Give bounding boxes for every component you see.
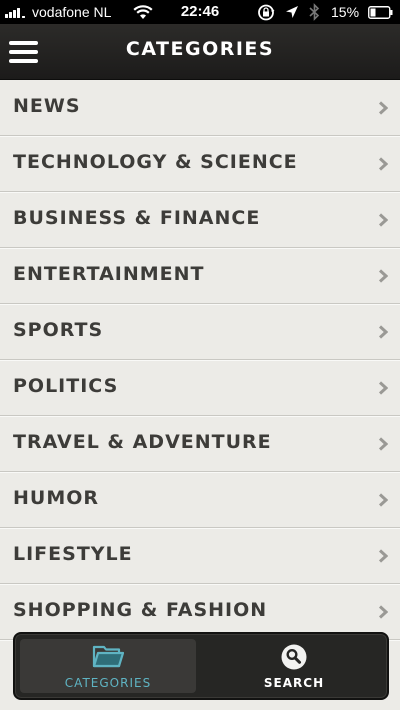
battery-icon [368,6,393,19]
bluetooth-icon [309,3,320,21]
list-item[interactable]: POLITICS [0,360,400,416]
category-label: TRAVEL & ADVENTURE [13,431,272,453]
category-label: TECHNOLOGY & SCIENCE [13,151,298,173]
chevron-right-icon [378,269,388,283]
chevron-right-icon [378,437,388,451]
list-item[interactable]: NEWS [0,80,400,136]
list-item[interactable]: ENTERTAINMENT [0,248,400,304]
category-label: NEWS [13,95,81,117]
chevron-right-icon [378,605,388,619]
page-title: CATEGORIES [125,38,275,60]
category-label: BUSINESS & FINANCE [13,207,261,229]
folder-icon [92,645,124,668]
chevron-right-icon [378,381,388,395]
category-label: POLITICS [13,375,119,397]
category-label: SHOPPING & FASHION [13,599,268,621]
navigation-bar: CATEGORIES [0,24,400,80]
category-label: HUMOR [13,487,100,509]
rotation-lock-icon [258,4,275,21]
list-item[interactable]: HUMOR [0,472,400,528]
chevron-right-icon [378,213,388,227]
chevron-right-icon [378,157,388,171]
list-item[interactable]: SPORTS [0,304,400,360]
category-label: ENTERTAINMENT [13,263,205,285]
tab-search[interactable]: SEARCH [206,639,382,693]
tab-label: CATEGORIES [64,676,152,690]
tab-label: SEARCH [263,676,325,690]
tab-categories[interactable]: CATEGORIES [20,639,196,693]
battery-percentage: 15% [331,4,360,20]
list-item[interactable]: TECHNOLOGY & SCIENCE [0,136,400,192]
list-item[interactable]: TRAVEL & ADVENTURE [0,416,400,472]
chevron-right-icon [378,325,388,339]
list-item[interactable]: LIFESTYLE [0,528,400,584]
category-list: NEWS TECHNOLOGY & SCIENCE BUSINESS & FIN… [0,80,400,640]
list-item[interactable]: BUSINESS & FINANCE [0,192,400,248]
location-arrow-icon [286,6,298,18]
category-label: LIFESTYLE [13,543,133,565]
chevron-right-icon [378,493,388,507]
category-label: SPORTS [13,319,104,341]
search-icon [281,644,307,670]
chevron-right-icon [378,549,388,563]
chevron-right-icon [378,101,388,115]
status-bar: vodafone NL 22:46 15% [0,0,400,24]
tab-bar: CATEGORIES SEARCH [13,632,389,700]
